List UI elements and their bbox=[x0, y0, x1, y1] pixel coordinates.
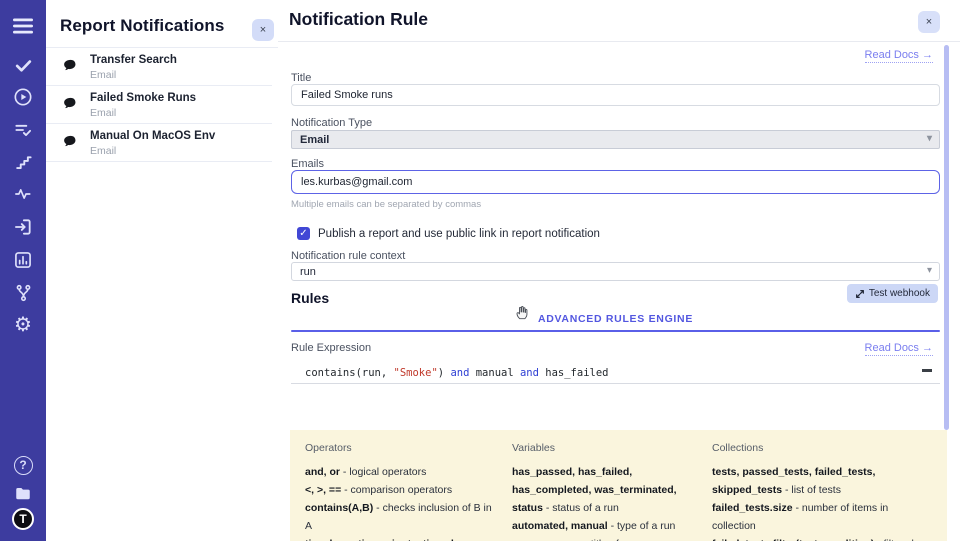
close-icon: × bbox=[260, 24, 266, 36]
rule-context-label: Notification rule context bbox=[291, 250, 405, 262]
sign-in-icon[interactable] bbox=[0, 215, 46, 239]
emails-input[interactable] bbox=[291, 170, 940, 194]
chat-bubble-icon bbox=[62, 133, 79, 155]
dialog-close-button[interactable]: × bbox=[918, 11, 940, 33]
emails-label: Emails bbox=[291, 158, 324, 170]
help-item: automated, manual - type of a run bbox=[512, 517, 700, 535]
tab-indicator bbox=[291, 330, 940, 332]
code-token: ) bbox=[438, 367, 451, 379]
chevron-down-icon: ▾ bbox=[927, 265, 932, 276]
code-token: contains(run, bbox=[305, 367, 394, 379]
avatar-initial: T bbox=[12, 508, 34, 530]
playlist-check-icon[interactable] bbox=[0, 118, 46, 142]
help-item: and, or - logical operators bbox=[305, 463, 500, 481]
help-item: tests, passed_tests, failed_tests, skipp… bbox=[712, 463, 933, 499]
page-title: Notification Rule bbox=[289, 9, 428, 30]
hand-cursor-icon bbox=[514, 303, 530, 321]
help-item: contains(A,B) - checks inclusion of B in… bbox=[305, 499, 500, 535]
help-item: run, rungroup - title of run or rungroup bbox=[512, 535, 700, 541]
read-docs-link[interactable]: Read Docs → bbox=[865, 49, 933, 63]
panel-close-button[interactable]: × bbox=[252, 19, 274, 41]
play-circle-icon[interactable] bbox=[0, 85, 46, 109]
selected-value: Email bbox=[300, 134, 329, 146]
item-subtitle: Email bbox=[90, 107, 116, 119]
menu-icon[interactable] bbox=[0, 14, 46, 38]
notification-type-label: Notification Type bbox=[291, 117, 372, 129]
test-arrows-icon bbox=[855, 289, 865, 299]
rules-heading: Rules bbox=[291, 290, 329, 306]
check-icon[interactable] bbox=[0, 53, 46, 77]
title-label: Title bbox=[291, 72, 311, 84]
code-token: and bbox=[450, 367, 469, 379]
code-token: has_failed bbox=[539, 367, 609, 379]
avatar[interactable]: T bbox=[0, 507, 46, 531]
chevron-down-icon: ▾ bbox=[927, 133, 932, 144]
help-column-header: Collections bbox=[712, 442, 933, 454]
activity-icon[interactable] bbox=[0, 182, 46, 206]
help-icon[interactable]: ? bbox=[0, 453, 46, 477]
code-token: and bbox=[520, 367, 539, 379]
help-column-header: Variables bbox=[512, 442, 700, 454]
rule-expression-label: Rule Expression bbox=[291, 342, 371, 354]
chat-bubble-icon bbox=[62, 95, 79, 117]
help-item: time.hour, time.minute, time.day - datet… bbox=[305, 535, 500, 541]
title-input[interactable] bbox=[291, 84, 940, 106]
help-column: Operators and, or - logical operators<, >… bbox=[305, 442, 500, 541]
item-subtitle: Email bbox=[90, 69, 116, 81]
checkbox-label: Publish a report and use public link in … bbox=[318, 228, 600, 240]
notification-type-select[interactable]: Email ▾ bbox=[291, 130, 940, 149]
editor-scrollbar[interactable] bbox=[922, 369, 932, 372]
checkbox-checked-icon[interactable]: ✓ bbox=[297, 227, 310, 240]
help-item: has_passed, has_failed, has_completed, w… bbox=[512, 463, 700, 517]
list-item[interactable]: Transfer Search Email bbox=[46, 48, 272, 86]
test-webhook-button[interactable]: Test webhook bbox=[847, 284, 938, 303]
code-token: "Smoke" bbox=[394, 367, 438, 379]
publish-report-checkbox-row[interactable]: ✓ Publish a report and use public link i… bbox=[297, 227, 600, 240]
list-item[interactable]: Manual On MacOS Env Email bbox=[46, 124, 272, 162]
close-icon: × bbox=[926, 16, 932, 28]
steps-icon[interactable] bbox=[0, 150, 46, 174]
vertical-scrollbar[interactable] bbox=[944, 45, 949, 430]
branch-icon[interactable] bbox=[0, 281, 46, 305]
help-item: failed_tests.filter(test, condition) - f… bbox=[712, 535, 933, 541]
emails-hint: Multiple emails can be separated by comm… bbox=[291, 199, 481, 210]
rule-context-select[interactable]: run ▾ bbox=[291, 262, 940, 281]
item-subtitle: Email bbox=[90, 145, 116, 157]
settings-gear-icon[interactable]: ⚙ bbox=[0, 313, 46, 337]
notification-rule-panel: Notification Rule × Read Docs → Title No… bbox=[278, 0, 960, 541]
help-column: Variables has_passed, has_failed, has_com… bbox=[512, 442, 700, 541]
item-title: Transfer Search bbox=[90, 54, 177, 66]
help-column-header: Operators bbox=[305, 442, 500, 454]
rule-expression-code[interactable]: contains(run, "Smoke") and manual and ha… bbox=[291, 363, 940, 384]
divider bbox=[278, 41, 960, 42]
chat-bubble-icon bbox=[62, 57, 79, 79]
tab-advanced-rules-engine[interactable]: ADVANCED RULES ENGINE bbox=[291, 313, 940, 325]
library-folder-icon[interactable] bbox=[0, 482, 46, 506]
button-label: Test webhook bbox=[869, 288, 930, 299]
app-sidebar: ⚙ ? T bbox=[0, 0, 46, 541]
code-token: manual bbox=[469, 367, 520, 379]
panel-title: Report Notifications bbox=[60, 16, 224, 36]
bar-chart-icon[interactable] bbox=[0, 248, 46, 272]
help-item: <, >, == - comparison operators bbox=[305, 481, 500, 499]
selected-value: run bbox=[300, 266, 316, 278]
item-title: Manual On MacOS Env bbox=[90, 130, 215, 142]
list-item[interactable]: Failed Smoke Runs Email bbox=[46, 86, 272, 124]
help-panel: Operators and, or - logical operators<, >… bbox=[290, 430, 947, 541]
notification-list: Transfer Search Email Failed Smoke Runs Ema… bbox=[46, 48, 278, 162]
report-notifications-panel: Report Notifications × Transfer Search Em… bbox=[46, 0, 278, 541]
read-docs-link[interactable]: Read Docs → bbox=[865, 342, 933, 356]
item-title: Failed Smoke Runs bbox=[90, 92, 196, 104]
help-column: Collections tests, passed_tests, failed_t… bbox=[712, 442, 933, 541]
help-item: failed_tests.size - number of items in c… bbox=[712, 499, 933, 535]
